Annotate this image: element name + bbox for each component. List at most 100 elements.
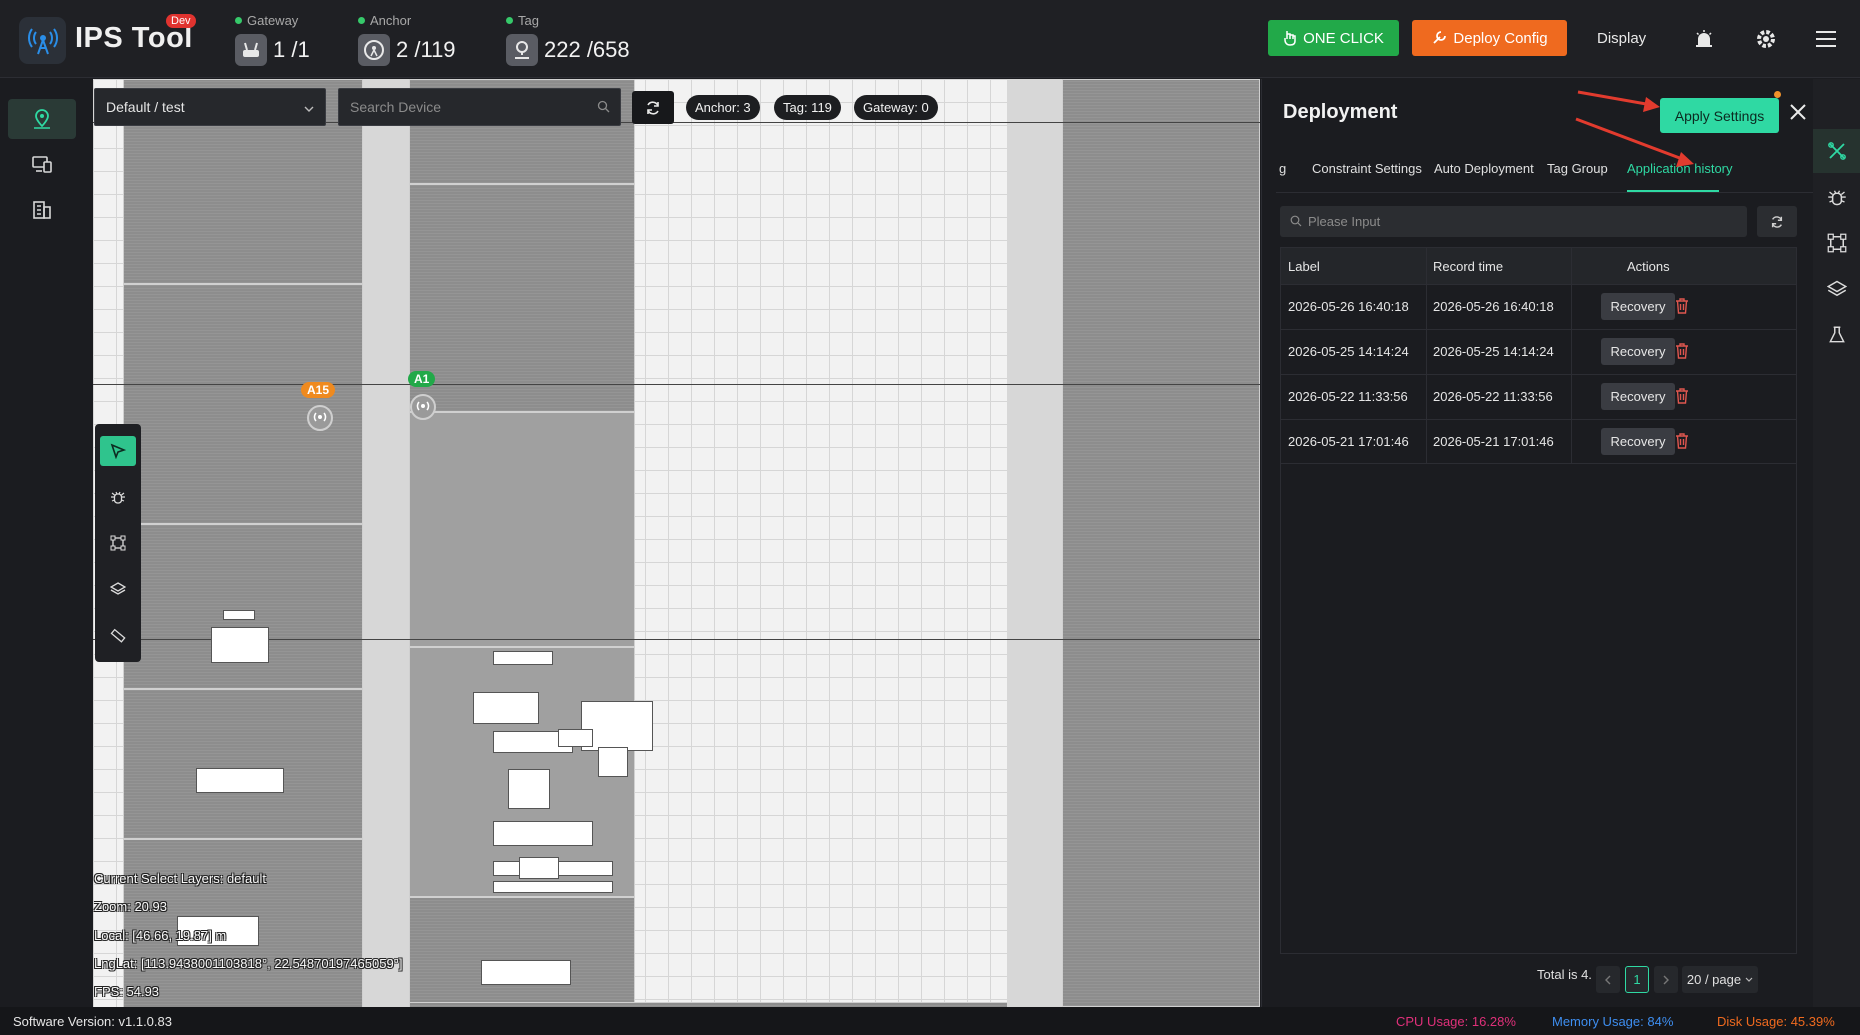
row-record-time: 2026-05-25 14:14:24 <box>1433 344 1554 359</box>
recovery-button[interactable]: Recovery <box>1601 338 1675 365</box>
layer-select-value: Default / test <box>106 99 185 115</box>
device-search-input[interactable]: Search Device <box>338 88 621 126</box>
nav-map[interactable] <box>8 99 76 139</box>
status-dot <box>358 17 365 24</box>
gateway-stat: Gateway 1 /1 <box>235 13 310 66</box>
page-size-value: 20 / page <box>1686 972 1742 987</box>
debug-bug-icon[interactable] <box>100 482 136 512</box>
deploy-config-label: Deploy Config <box>1453 29 1548 47</box>
map-refresh-button[interactable] <box>632 91 674 124</box>
recovery-button[interactable]: Recovery <box>1601 383 1675 410</box>
deployment-panel: Deployment Apply Settings g Constraint S… <box>1261 79 1814 1007</box>
column-label: Label <box>1288 259 1320 274</box>
recovery-button[interactable]: Recovery <box>1601 428 1675 455</box>
desk <box>481 960 571 985</box>
alarm-icon[interactable] <box>1690 25 1718 53</box>
row-label: 2026-05-22 11:33:56 <box>1288 389 1408 404</box>
history-refresh-button[interactable] <box>1757 206 1797 237</box>
layer-select[interactable]: Default / test <box>94 88 326 126</box>
devices-icon <box>32 156 52 173</box>
map-info-local: Local: [46.66, 19.87] m <box>94 928 227 943</box>
grid-line <box>93 384 1260 385</box>
hamburger-menu-icon[interactable] <box>1812 25 1840 53</box>
table-row: 2026-05-22 11:33:56 2026-05-22 11:33:56 … <box>1281 374 1796 419</box>
corridor <box>363 79 409 1007</box>
desk <box>508 769 550 809</box>
flask-icon[interactable] <box>1813 313 1860 357</box>
trash-icon[interactable] <box>1671 294 1693 318</box>
left-nav <box>0 79 84 1035</box>
room-block <box>1062 79 1260 1007</box>
software-version: Software Version: v1.1.0.83 <box>13 1014 172 1029</box>
page-size-select[interactable]: 20 / page <box>1682 966 1758 993</box>
tab-tag-group[interactable]: Tag Group <box>1547 161 1608 176</box>
table-row: 2026-05-26 16:40:18 2026-05-26 16:40:18 … <box>1281 284 1796 329</box>
prev-page-icon[interactable] <box>1596 966 1620 993</box>
room-block <box>409 412 635 647</box>
refresh-icon <box>1771 215 1783 228</box>
gateway-count: 1 /1 <box>273 37 310 62</box>
layers-icon[interactable] <box>100 574 136 604</box>
table-row: 2026-05-21 17:01:46 2026-05-21 17:01:46 … <box>1281 419 1796 464</box>
tab-application-history[interactable]: Application history <box>1627 161 1733 176</box>
chevron-down-icon <box>304 101 314 117</box>
tab-auto-deployment[interactable]: Auto Deployment <box>1434 161 1534 176</box>
router-icon <box>235 34 267 66</box>
one-click-label: ONE CLICK <box>1303 29 1384 47</box>
ruler-icon[interactable] <box>100 620 136 650</box>
floor-map[interactable]: A15 A1 <box>93 79 1260 1007</box>
one-click-button[interactable]: ONE CLICK <box>1268 20 1399 56</box>
next-page-icon[interactable] <box>1654 966 1678 993</box>
row-label: 2026-05-26 16:40:18 <box>1288 299 1409 314</box>
room-block <box>409 184 635 412</box>
cpu-usage: CPU Usage: 16.28% <box>1396 1014 1516 1029</box>
status-dot <box>235 17 242 24</box>
refresh-icon <box>647 100 659 115</box>
tab-constraint-settings[interactable]: Constraint Settings <box>1312 161 1422 176</box>
anchor-icon[interactable] <box>307 405 333 431</box>
anchor-label: Anchor <box>370 13 412 28</box>
apply-settings-button[interactable]: Apply Settings <box>1660 98 1779 133</box>
area-select-icon[interactable] <box>100 528 136 558</box>
pagination-total: Total is 4. <box>1537 967 1592 982</box>
history-search-input[interactable]: Please Input <box>1280 206 1747 237</box>
area-select-icon[interactable] <box>1813 221 1860 265</box>
anchor-icon[interactable] <box>410 394 436 420</box>
deploy-config-button[interactable]: Deploy Config <box>1412 20 1567 56</box>
desk <box>598 747 628 777</box>
tag-icon <box>506 34 538 66</box>
panel-title: Deployment <box>1283 101 1398 123</box>
recovery-button[interactable]: Recovery <box>1601 293 1675 320</box>
nav-devices[interactable] <box>8 144 76 184</box>
room-block <box>123 524 363 689</box>
page-number-button[interactable]: 1 <box>1625 966 1649 993</box>
trash-icon[interactable] <box>1671 339 1693 363</box>
active-tab-indicator <box>1627 190 1719 192</box>
desk <box>223 610 255 620</box>
map-info-zoom: Zoom: 20.93 <box>94 899 167 914</box>
gateway-label: Gateway <box>247 13 299 28</box>
trash-icon[interactable] <box>1671 429 1693 453</box>
nav-buildings[interactable] <box>8 189 76 229</box>
gateway-count-pill: Gateway: 0 <box>854 95 938 120</box>
search-icon <box>597 100 610 116</box>
anchor-count-pill: Anchor: 3 <box>686 95 760 120</box>
status-bar: Software Version: v1.1.0.83 CPU Usage: 1… <box>0 1007 1860 1035</box>
right-toolbar <box>1813 79 1860 1007</box>
tab-partial[interactable]: g <box>1279 161 1286 176</box>
trash-icon[interactable] <box>1671 384 1693 408</box>
deployment-tools-icon[interactable] <box>1813 129 1860 173</box>
select-pointer-icon[interactable] <box>100 436 136 466</box>
gear-icon[interactable] <box>1752 25 1780 53</box>
room-block <box>409 897 635 1007</box>
room-block <box>123 284 363 524</box>
desk <box>558 729 593 747</box>
layers-icon[interactable] <box>1813 267 1860 311</box>
debug-bug-icon[interactable] <box>1813 175 1860 219</box>
close-icon[interactable] <box>1785 99 1811 125</box>
room-block <box>123 689 363 839</box>
panel-tabs: g Constraint Settings Auto Deployment Ta… <box>1276 149 1814 193</box>
display-menu[interactable]: Display <box>1597 30 1646 47</box>
map-tool-panel <box>95 424 141 662</box>
row-record-time: 2026-05-22 11:33:56 <box>1433 389 1553 404</box>
